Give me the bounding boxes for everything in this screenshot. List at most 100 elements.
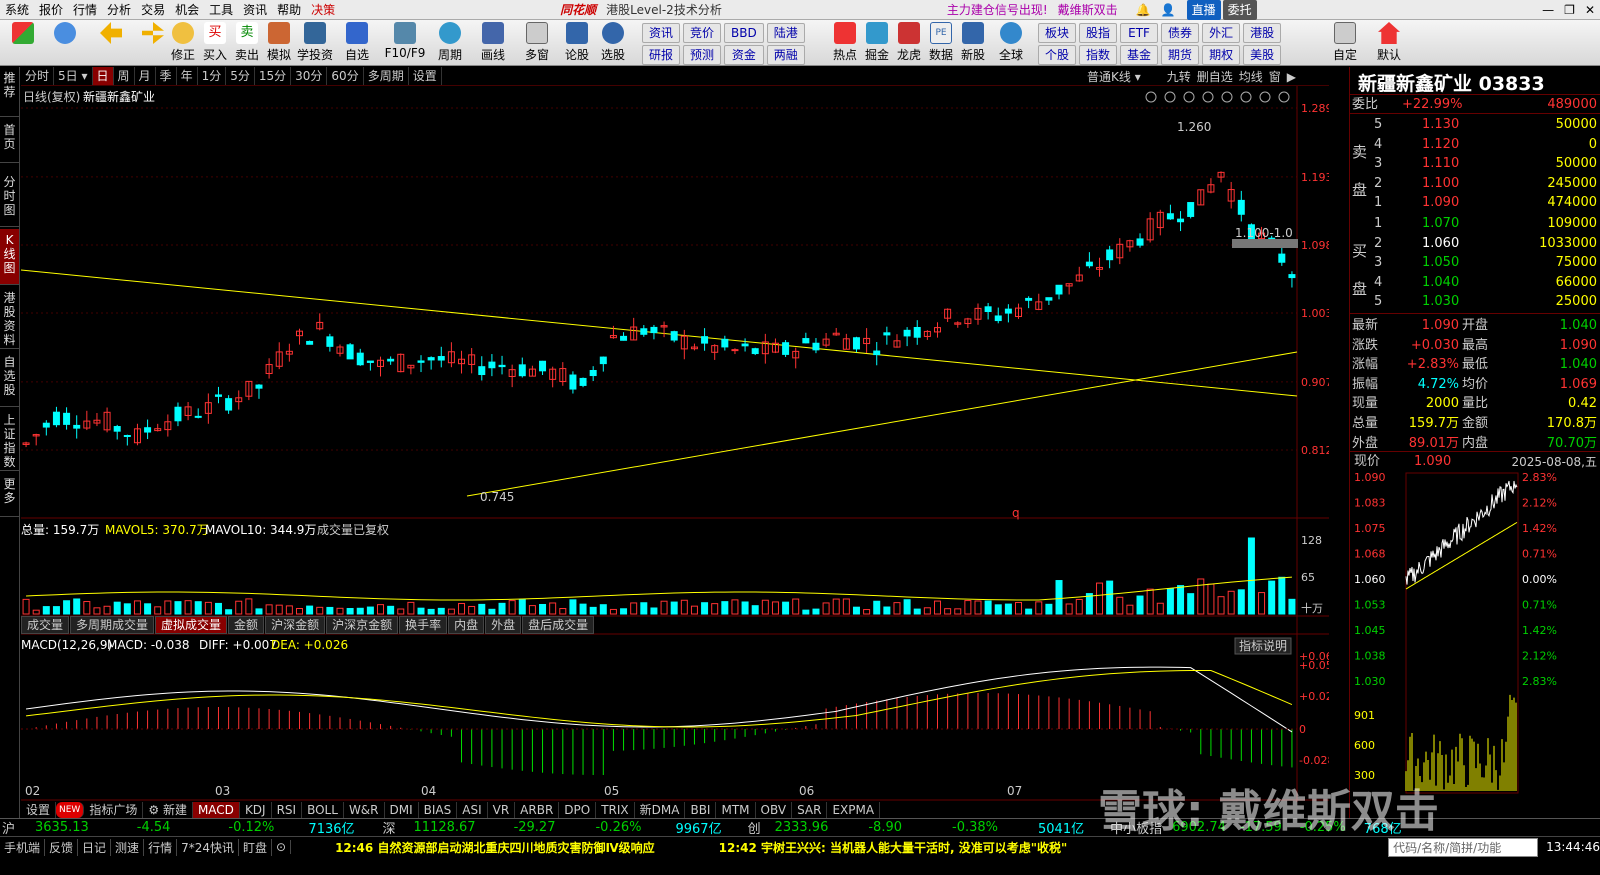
toolbar-btn-learn[interactable]: 学投资 bbox=[297, 22, 333, 63]
btn-futures-index[interactable]: 股指 bbox=[1079, 23, 1118, 43]
user-icon[interactable]: 👤 bbox=[1156, 0, 1181, 20]
subtab-afterhours[interactable]: 盘后成交量 bbox=[522, 616, 595, 634]
subtab-volume[interactable]: 成交量 bbox=[21, 616, 70, 634]
indicator-bbi[interactable]: BBI bbox=[685, 802, 717, 818]
status-feedback[interactable]: 反馈 bbox=[45, 838, 79, 856]
updown-button[interactable] bbox=[138, 22, 168, 46]
status-watch[interactable]: 盯盘 bbox=[239, 838, 272, 856]
indicator-asi[interactable]: ASI bbox=[457, 802, 488, 818]
status-diary[interactable]: 日记 bbox=[78, 838, 112, 856]
btn-stock[interactable]: 个股 bbox=[1038, 45, 1077, 65]
period-5day[interactable]: 5日 ▾ bbox=[54, 67, 93, 85]
indicator-bias[interactable]: BIAS bbox=[419, 802, 458, 818]
indicator-square[interactable]: 指标广场 bbox=[84, 802, 144, 818]
btn-news[interactable]: 资讯 bbox=[642, 23, 681, 43]
menu-item-quote[interactable]: 报价 bbox=[34, 0, 68, 20]
sell-row[interactable]: 3 1.110 50000 bbox=[1350, 154, 1600, 174]
indicator-macd[interactable]: MACD bbox=[192, 802, 240, 818]
subtab-amount[interactable]: 金额 bbox=[228, 616, 265, 634]
btn-funds[interactable]: 资金 bbox=[724, 45, 764, 65]
toolbar-btn-discuss[interactable]: 论股 bbox=[562, 22, 592, 63]
subtab-turnover[interactable]: 换手率 bbox=[399, 616, 448, 634]
btn-margin[interactable]: 两融 bbox=[766, 45, 805, 65]
indicator-boll[interactable]: BOLL bbox=[302, 802, 344, 818]
cy-value[interactable]: 2333.96 bbox=[775, 820, 829, 835]
subtab-hsj-amount[interactable]: 沪深京金额 bbox=[326, 616, 399, 634]
nine-turn-button[interactable]: 九转 bbox=[1164, 68, 1194, 85]
period-month[interactable]: 月 bbox=[135, 67, 156, 85]
nav-timeshare[interactable]: 分时图 bbox=[0, 171, 19, 227]
sell-row[interactable]: 4 1.120 0 bbox=[1350, 135, 1600, 155]
nav-sh-index[interactable]: 上证指数 bbox=[0, 409, 19, 471]
sell-row[interactable]: 1 1.090 474000 bbox=[1350, 193, 1600, 213]
btn-hk-connect[interactable]: 陆港 bbox=[766, 23, 805, 43]
menu-item-decision[interactable]: 决策 bbox=[306, 0, 340, 20]
indicator-mtm[interactable]: MTM bbox=[716, 802, 756, 818]
nav-kline[interactable]: K线图 bbox=[0, 229, 19, 285]
sell-row[interactable]: 5 1.130 50000 bbox=[1350, 115, 1600, 135]
period-1min[interactable]: 1分 bbox=[198, 67, 227, 85]
status-speedtest[interactable]: 测速 bbox=[111, 838, 145, 856]
toolbar-btn-period[interactable]: 周期 bbox=[435, 22, 465, 63]
news-ticker-1[interactable]: 12:46 自然资源部启动湖北重庆四川地质灾害防御Ⅳ级响应 bbox=[335, 839, 655, 856]
back-button[interactable] bbox=[96, 22, 126, 46]
menu-item-system[interactable]: 系统 bbox=[0, 0, 34, 20]
indicator-newdma[interactable]: 新DMA bbox=[635, 802, 686, 818]
btn-sector[interactable]: 板块 bbox=[1038, 23, 1077, 43]
bell-icon[interactable]: 🔔 bbox=[1131, 0, 1156, 20]
period-quarter[interactable]: 季 bbox=[156, 67, 177, 85]
menu-item-news[interactable]: 资讯 bbox=[238, 0, 272, 20]
code-search-input[interactable]: 代码/名称/简拼/功能 bbox=[1388, 837, 1539, 857]
close-icon[interactable]: ✕ bbox=[1580, 0, 1600, 20]
buy-row[interactable]: 3 1.050 75000 bbox=[1350, 253, 1600, 273]
kline-type-select[interactable]: 普通K线 ▾ bbox=[1084, 68, 1144, 85]
nav-hk-info[interactable]: 港股资料 bbox=[0, 287, 19, 349]
sh-value[interactable]: 3635.13 bbox=[35, 820, 89, 835]
indicator-rsi[interactable]: RSI bbox=[272, 802, 303, 818]
buy-row[interactable]: 2 1.060 1033000 bbox=[1350, 234, 1600, 254]
home-icon-button[interactable] bbox=[8, 22, 38, 46]
indicator-dpo[interactable]: DPO bbox=[559, 802, 597, 818]
period-settings[interactable]: 设置 bbox=[409, 67, 442, 85]
minimize-icon[interactable]: — bbox=[1537, 0, 1559, 20]
buy-row[interactable]: 1 1.070 109000 bbox=[1350, 214, 1600, 234]
ma-button[interactable]: 均线 bbox=[1236, 68, 1266, 85]
menu-item-trade[interactable]: 交易 bbox=[136, 0, 170, 20]
toolbar-btn-sim[interactable]: 模拟 bbox=[264, 22, 294, 63]
menu-item-chance[interactable]: 机会 bbox=[170, 0, 204, 20]
period-week[interactable]: 周 bbox=[114, 67, 135, 85]
remove-watch-button[interactable]: 删自选 bbox=[1194, 68, 1236, 85]
toolbar-btn-watch[interactable]: 自选 bbox=[342, 22, 372, 63]
indicator-trix[interactable]: TRIX bbox=[596, 802, 635, 818]
period-30min[interactable]: 30分 bbox=[291, 67, 328, 85]
btn-fund[interactable]: 基金 bbox=[1120, 45, 1159, 65]
btn-futures[interactable]: 期货 bbox=[1161, 45, 1200, 65]
expand-icon[interactable]: ▶ bbox=[1284, 70, 1299, 84]
period-5min[interactable]: 5分 bbox=[226, 67, 255, 85]
indicator-sar[interactable]: SAR bbox=[792, 802, 828, 818]
indicator-new[interactable]: ⚙ 新建 bbox=[143, 802, 193, 818]
subtab-virtual-volume[interactable]: 虚拟成交量 bbox=[155, 616, 228, 634]
btn-forecast[interactable]: 预测 bbox=[683, 45, 722, 65]
toolbar-btn-pick[interactable]: 选股 bbox=[598, 22, 628, 63]
buy-row[interactable]: 4 1.040 66000 bbox=[1350, 273, 1600, 293]
menu-item-tools[interactable]: 工具 bbox=[204, 0, 238, 20]
toolbar-btn-f10[interactable]: F10/F9 bbox=[385, 22, 425, 60]
promo-link-1[interactable]: 主力建仓信号出现! bbox=[942, 0, 1053, 20]
indicator-wr[interactable]: W&R bbox=[344, 802, 385, 818]
nav-more[interactable]: 更多 bbox=[0, 473, 19, 517]
menu-item-help[interactable]: 帮助 bbox=[272, 0, 306, 20]
period-multi[interactable]: 多周期 bbox=[364, 67, 409, 85]
btn-report[interactable]: 研报 bbox=[642, 45, 681, 65]
toolbar-btn-default[interactable]: 默认 bbox=[1374, 22, 1404, 63]
restore-icon[interactable]: ❐ bbox=[1559, 0, 1580, 20]
robot-icon-button[interactable] bbox=[50, 22, 80, 46]
period-day[interactable]: 日 bbox=[92, 67, 114, 85]
btn-bond[interactable]: 债券 bbox=[1161, 23, 1200, 43]
toolbar-btn-global[interactable]: 全球 bbox=[996, 22, 1026, 63]
kline-chart[interactable]: 日线(复权) 新疆新鑫矿业 1.289 1.193 1.098 1.003 0.907 0… bbox=[21, 86, 1329, 802]
btn-forex[interactable]: 外汇 bbox=[1202, 23, 1241, 43]
status-flash[interactable]: 7*24快讯 bbox=[177, 838, 239, 856]
btn-etf[interactable]: ETF bbox=[1120, 23, 1159, 43]
toolbar-btn-draw[interactable]: 画线 bbox=[478, 22, 508, 63]
